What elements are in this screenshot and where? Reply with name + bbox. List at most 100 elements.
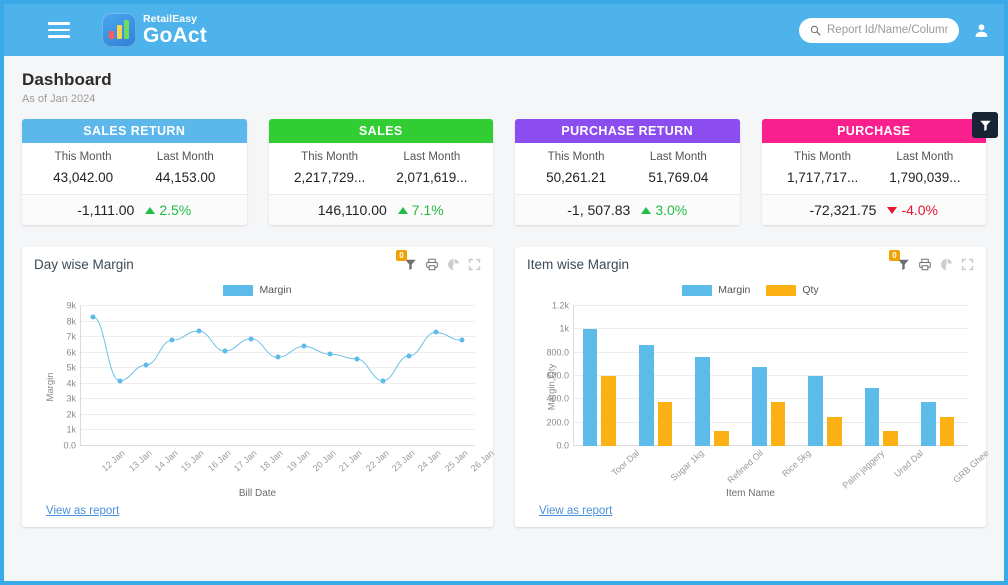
kpi-this-month: This Month50,261.21 bbox=[525, 151, 627, 185]
data-point-marker[interactable] bbox=[459, 338, 464, 343]
search-input[interactable] bbox=[827, 24, 948, 36]
bar[interactable] bbox=[714, 431, 729, 446]
bar[interactable] bbox=[583, 329, 598, 446]
data-point-marker[interactable] bbox=[196, 328, 201, 333]
legend-item[interactable]: Margin bbox=[223, 284, 291, 296]
kpi-card: SALES RETURNThis Month43,042.00Last Mont… bbox=[22, 119, 247, 225]
x-axis-tick-label: 17 Jan bbox=[232, 448, 259, 474]
bar[interactable] bbox=[639, 345, 654, 447]
kpi-last-month: Last Month2,071,619... bbox=[381, 151, 483, 185]
panel-print-icon[interactable] bbox=[918, 258, 932, 271]
kpi-percent-change: 7.1% bbox=[398, 202, 444, 218]
x-axis-tick-label: 25 Jan bbox=[442, 448, 469, 474]
kpi-difference: 146,110.00 bbox=[318, 202, 387, 218]
kpi-this-month-label: This Month bbox=[525, 151, 627, 163]
bar[interactable] bbox=[921, 402, 936, 446]
legend-item[interactable]: Qty bbox=[766, 284, 818, 296]
data-point-marker[interactable] bbox=[91, 314, 96, 319]
legend-swatch bbox=[223, 285, 253, 296]
line-path bbox=[93, 317, 462, 381]
user-profile-icon[interactable] bbox=[973, 22, 990, 39]
y-axis-tick-label: 4k bbox=[66, 379, 76, 388]
bar-chart-plot: Margin,Qty 0.0200.0400.0600.0800.01k1.2k… bbox=[527, 302, 974, 472]
data-point-marker[interactable] bbox=[275, 355, 280, 360]
day-wise-margin-panel: Day wise Margin 0 bbox=[22, 247, 493, 527]
data-point-marker[interactable] bbox=[328, 352, 333, 357]
panel-fullscreen-icon[interactable] bbox=[961, 258, 974, 271]
kpi-this-month-label: This Month bbox=[32, 151, 134, 163]
kpi-last-month-label: Last Month bbox=[874, 151, 976, 163]
y-axis-tick-label: 6k bbox=[66, 348, 76, 357]
kpi-last-month-value: 44,153.00 bbox=[134, 170, 236, 185]
y-axis-tick-label: 1k bbox=[559, 325, 569, 334]
kpi-card-title: SALES RETURN bbox=[22, 119, 247, 143]
x-axis-tick-label: 20 Jan bbox=[311, 448, 338, 474]
kpi-card: PURCHASE RETURNThis Month50,261.21Last M… bbox=[515, 119, 740, 225]
data-point-marker[interactable] bbox=[117, 378, 122, 383]
bar[interactable] bbox=[827, 417, 842, 446]
y-axis-tick-label: 1.2k bbox=[552, 302, 569, 311]
bar[interactable] bbox=[808, 376, 823, 446]
kpi-percent-value: 7.1% bbox=[412, 202, 444, 218]
bar[interactable] bbox=[865, 388, 880, 446]
panel-print-icon[interactable] bbox=[425, 258, 439, 271]
line-chart-plot: Margin 0.01k2k3k4k5k6k7k8k9k12 Jan13 Jan… bbox=[34, 302, 481, 472]
data-point-marker[interactable] bbox=[433, 330, 438, 335]
bar[interactable] bbox=[658, 402, 673, 446]
top-bar-right-group bbox=[799, 18, 990, 43]
data-point-marker[interactable] bbox=[407, 353, 412, 358]
search-box[interactable] bbox=[799, 18, 959, 43]
kpi-last-month-label: Last Month bbox=[134, 151, 236, 163]
data-point-marker[interactable] bbox=[354, 356, 359, 361]
grid-line bbox=[573, 375, 968, 376]
bar[interactable] bbox=[771, 402, 786, 446]
kpi-card-footer: -72,321.75-4.0% bbox=[762, 194, 987, 225]
panel-pie-chart-icon[interactable] bbox=[940, 258, 953, 271]
x-axis-title: Bill Date bbox=[22, 488, 493, 499]
y-axis-tick-label: 3k bbox=[66, 395, 76, 404]
kpi-percent-value: -4.0% bbox=[901, 202, 938, 218]
x-axis-tick-label: GRB Ghee bbox=[951, 448, 990, 485]
page-header: Dashboard As of Jan 2024 bbox=[22, 70, 986, 105]
kpi-card-row: SALES RETURNThis Month43,042.00Last Mont… bbox=[22, 119, 986, 225]
bar[interactable] bbox=[752, 367, 767, 446]
panel-pie-chart-icon[interactable] bbox=[447, 258, 460, 271]
view-as-report-link[interactable]: View as report bbox=[539, 505, 612, 517]
x-axis-tick-label: Palm jaggery bbox=[840, 448, 886, 491]
data-point-marker[interactable] bbox=[222, 349, 227, 354]
data-point-marker[interactable] bbox=[143, 363, 148, 368]
data-point-marker[interactable] bbox=[380, 378, 385, 383]
trend-up-icon bbox=[641, 207, 651, 214]
x-axis-tick-label: Toor Dal bbox=[610, 448, 642, 478]
x-axis-tick-label: Refined Oil bbox=[726, 448, 766, 485]
y-axis-tick-label: 1k bbox=[66, 426, 76, 435]
bar[interactable] bbox=[940, 417, 955, 446]
brand-logo[interactable]: RetailEasy GoAct bbox=[102, 13, 207, 47]
bar[interactable] bbox=[883, 431, 898, 446]
bar[interactable] bbox=[695, 357, 710, 446]
view-as-report-link[interactable]: View as report bbox=[46, 505, 119, 517]
y-axis-tick-label: 5k bbox=[66, 364, 76, 373]
bar[interactable] bbox=[601, 376, 616, 446]
brand-text: RetailEasy GoAct bbox=[143, 14, 207, 47]
data-point-marker[interactable] bbox=[249, 336, 254, 341]
kpi-card-body: This Month43,042.00Last Month44,153.00 bbox=[22, 143, 247, 194]
y-axis-tick-label: 200.0 bbox=[546, 418, 569, 427]
app-root: RetailEasy GoAct Dashb bbox=[0, 0, 1008, 585]
legend-item[interactable]: Margin bbox=[682, 284, 750, 296]
chart-panel-row: Day wise Margin 0 bbox=[22, 247, 986, 527]
panel-fullscreen-icon[interactable] bbox=[468, 258, 481, 271]
global-filter-button[interactable] bbox=[972, 112, 998, 138]
kpi-card-footer: -1, 507.833.0% bbox=[515, 194, 740, 225]
y-axis-title: Margin bbox=[45, 372, 56, 401]
data-point-marker[interactable] bbox=[301, 344, 306, 349]
hamburger-menu-icon[interactable] bbox=[48, 15, 78, 45]
kpi-card: SALESThis Month2,217,729...Last Month2,0… bbox=[269, 119, 494, 225]
x-axis-tick-label: 15 Jan bbox=[179, 448, 206, 474]
x-axis-tick-label: 16 Jan bbox=[205, 448, 232, 474]
data-point-marker[interactable] bbox=[170, 338, 175, 343]
line-chart-legend: Margin bbox=[34, 284, 481, 296]
trend-up-icon bbox=[398, 207, 408, 214]
grid-line bbox=[573, 305, 968, 306]
filter-count-badge: 0 bbox=[396, 250, 407, 261]
